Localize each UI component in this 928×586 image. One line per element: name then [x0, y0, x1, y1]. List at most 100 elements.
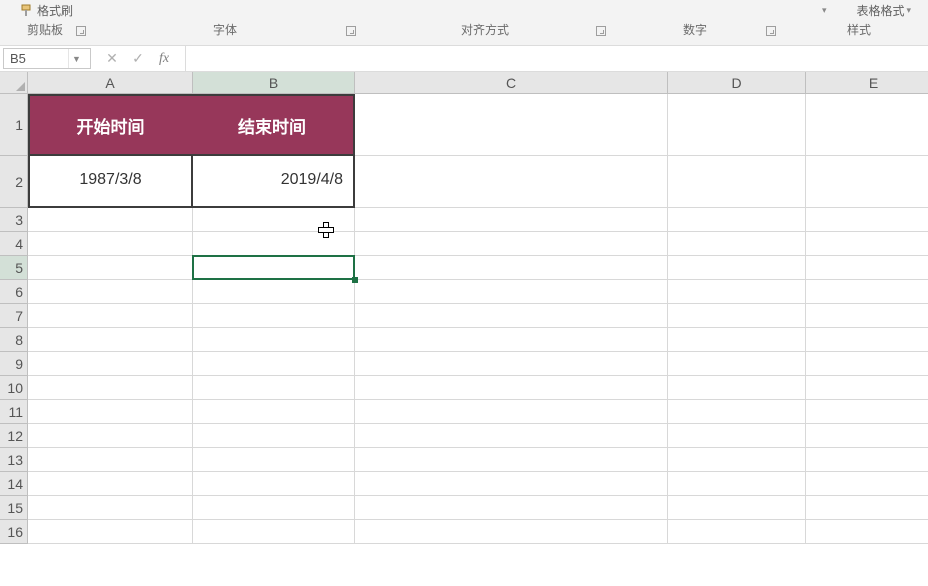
cell[interactable]: [668, 304, 806, 328]
cell[interactable]: [28, 352, 193, 376]
cell[interactable]: [806, 304, 928, 328]
cell[interactable]: [355, 448, 668, 472]
cell[interactable]: [193, 280, 355, 304]
confirm-button[interactable]: ✓: [125, 48, 151, 70]
column-header-e[interactable]: E: [806, 72, 928, 94]
cell[interactable]: [28, 400, 193, 424]
select-all-corner[interactable]: [0, 72, 28, 94]
cell[interactable]: [193, 376, 355, 400]
cell[interactable]: [28, 232, 193, 256]
cell[interactable]: [193, 448, 355, 472]
row-header-8[interactable]: 8: [0, 328, 28, 352]
cell[interactable]: [355, 424, 668, 448]
cell[interactable]: [355, 400, 668, 424]
cell[interactable]: [806, 94, 928, 156]
cell[interactable]: [28, 520, 193, 544]
row-header-14[interactable]: 14: [0, 472, 28, 496]
column-header-c[interactable]: C: [355, 72, 668, 94]
table-format-label[interactable]: 表格格式: [857, 2, 905, 19]
column-header-d[interactable]: D: [668, 72, 806, 94]
cell[interactable]: [355, 328, 668, 352]
cancel-button[interactable]: ✕: [99, 48, 125, 70]
cell[interactable]: [28, 280, 193, 304]
cell[interactable]: [28, 208, 193, 232]
cell-a1-header[interactable]: 开始时间: [28, 94, 193, 156]
cell[interactable]: [193, 520, 355, 544]
row-header-11[interactable]: 11: [0, 400, 28, 424]
cell[interactable]: [668, 448, 806, 472]
cell[interactable]: [806, 520, 928, 544]
row-header-2[interactable]: 2: [0, 156, 28, 208]
cell[interactable]: [193, 328, 355, 352]
row-header-10[interactable]: 10: [0, 376, 28, 400]
number-launcher-icon[interactable]: [766, 26, 776, 36]
cell[interactable]: [806, 496, 928, 520]
cell[interactable]: [668, 328, 806, 352]
row-header-4[interactable]: 4: [0, 232, 28, 256]
cell-a2[interactable]: 1987/3/8: [28, 154, 193, 208]
worksheet[interactable]: ABCDE 12345678910111213141516 开始时间 结束时间 …: [0, 72, 928, 586]
column-header-b[interactable]: B: [193, 72, 355, 94]
cell[interactable]: [355, 520, 668, 544]
fill-handle[interactable]: [352, 277, 358, 283]
name-box-dropdown[interactable]: ▼: [68, 49, 84, 68]
alignment-launcher-icon[interactable]: [596, 26, 606, 36]
name-box[interactable]: ▼: [3, 48, 91, 69]
cell[interactable]: [806, 376, 928, 400]
cell[interactable]: [355, 208, 668, 232]
row-header-13[interactable]: 13: [0, 448, 28, 472]
column-header-a[interactable]: A: [28, 72, 193, 94]
cell[interactable]: [806, 156, 928, 208]
cell[interactable]: [28, 472, 193, 496]
row-header-12[interactable]: 12: [0, 424, 28, 448]
cell[interactable]: [355, 156, 668, 208]
cell[interactable]: [355, 496, 668, 520]
cell[interactable]: [193, 424, 355, 448]
cell[interactable]: [28, 376, 193, 400]
row-header-16[interactable]: 16: [0, 520, 28, 544]
insert-function-button[interactable]: fx: [151, 48, 177, 70]
cell[interactable]: [806, 208, 928, 232]
cell[interactable]: [806, 280, 928, 304]
cell[interactable]: [355, 232, 668, 256]
cell[interactable]: [193, 496, 355, 520]
cell-b1-header[interactable]: 结束时间: [191, 94, 355, 156]
cell[interactable]: [806, 472, 928, 496]
cell[interactable]: [806, 400, 928, 424]
row-header-6[interactable]: 6: [0, 280, 28, 304]
name-box-input[interactable]: [4, 51, 68, 66]
cell[interactable]: [668, 232, 806, 256]
row-header-15[interactable]: 15: [0, 496, 28, 520]
cell[interactable]: [355, 280, 668, 304]
cell[interactable]: [668, 376, 806, 400]
cell[interactable]: [193, 472, 355, 496]
cell[interactable]: [28, 304, 193, 328]
cell[interactable]: [355, 256, 668, 280]
cell[interactable]: [806, 424, 928, 448]
cell[interactable]: [806, 328, 928, 352]
cell[interactable]: [668, 520, 806, 544]
cell[interactable]: [193, 400, 355, 424]
cell[interactable]: [668, 472, 806, 496]
cell[interactable]: [668, 424, 806, 448]
cell[interactable]: [668, 352, 806, 376]
format-painter-icon[interactable]: [20, 4, 34, 18]
cell[interactable]: [28, 496, 193, 520]
cell[interactable]: [668, 280, 806, 304]
cell[interactable]: [193, 304, 355, 328]
cell-b2[interactable]: 2019/4/8: [191, 154, 355, 208]
cell[interactable]: [668, 496, 806, 520]
row-header-9[interactable]: 9: [0, 352, 28, 376]
cell[interactable]: [28, 448, 193, 472]
cell[interactable]: [806, 448, 928, 472]
cell[interactable]: [355, 472, 668, 496]
cell[interactable]: [668, 94, 806, 156]
cell[interactable]: [806, 352, 928, 376]
cell[interactable]: [193, 256, 355, 280]
cell[interactable]: [355, 304, 668, 328]
cell[interactable]: [668, 156, 806, 208]
format-painter-label[interactable]: 格式刷: [37, 2, 73, 19]
formula-input[interactable]: [185, 46, 928, 71]
cell[interactable]: [668, 400, 806, 424]
cell[interactable]: [806, 256, 928, 280]
